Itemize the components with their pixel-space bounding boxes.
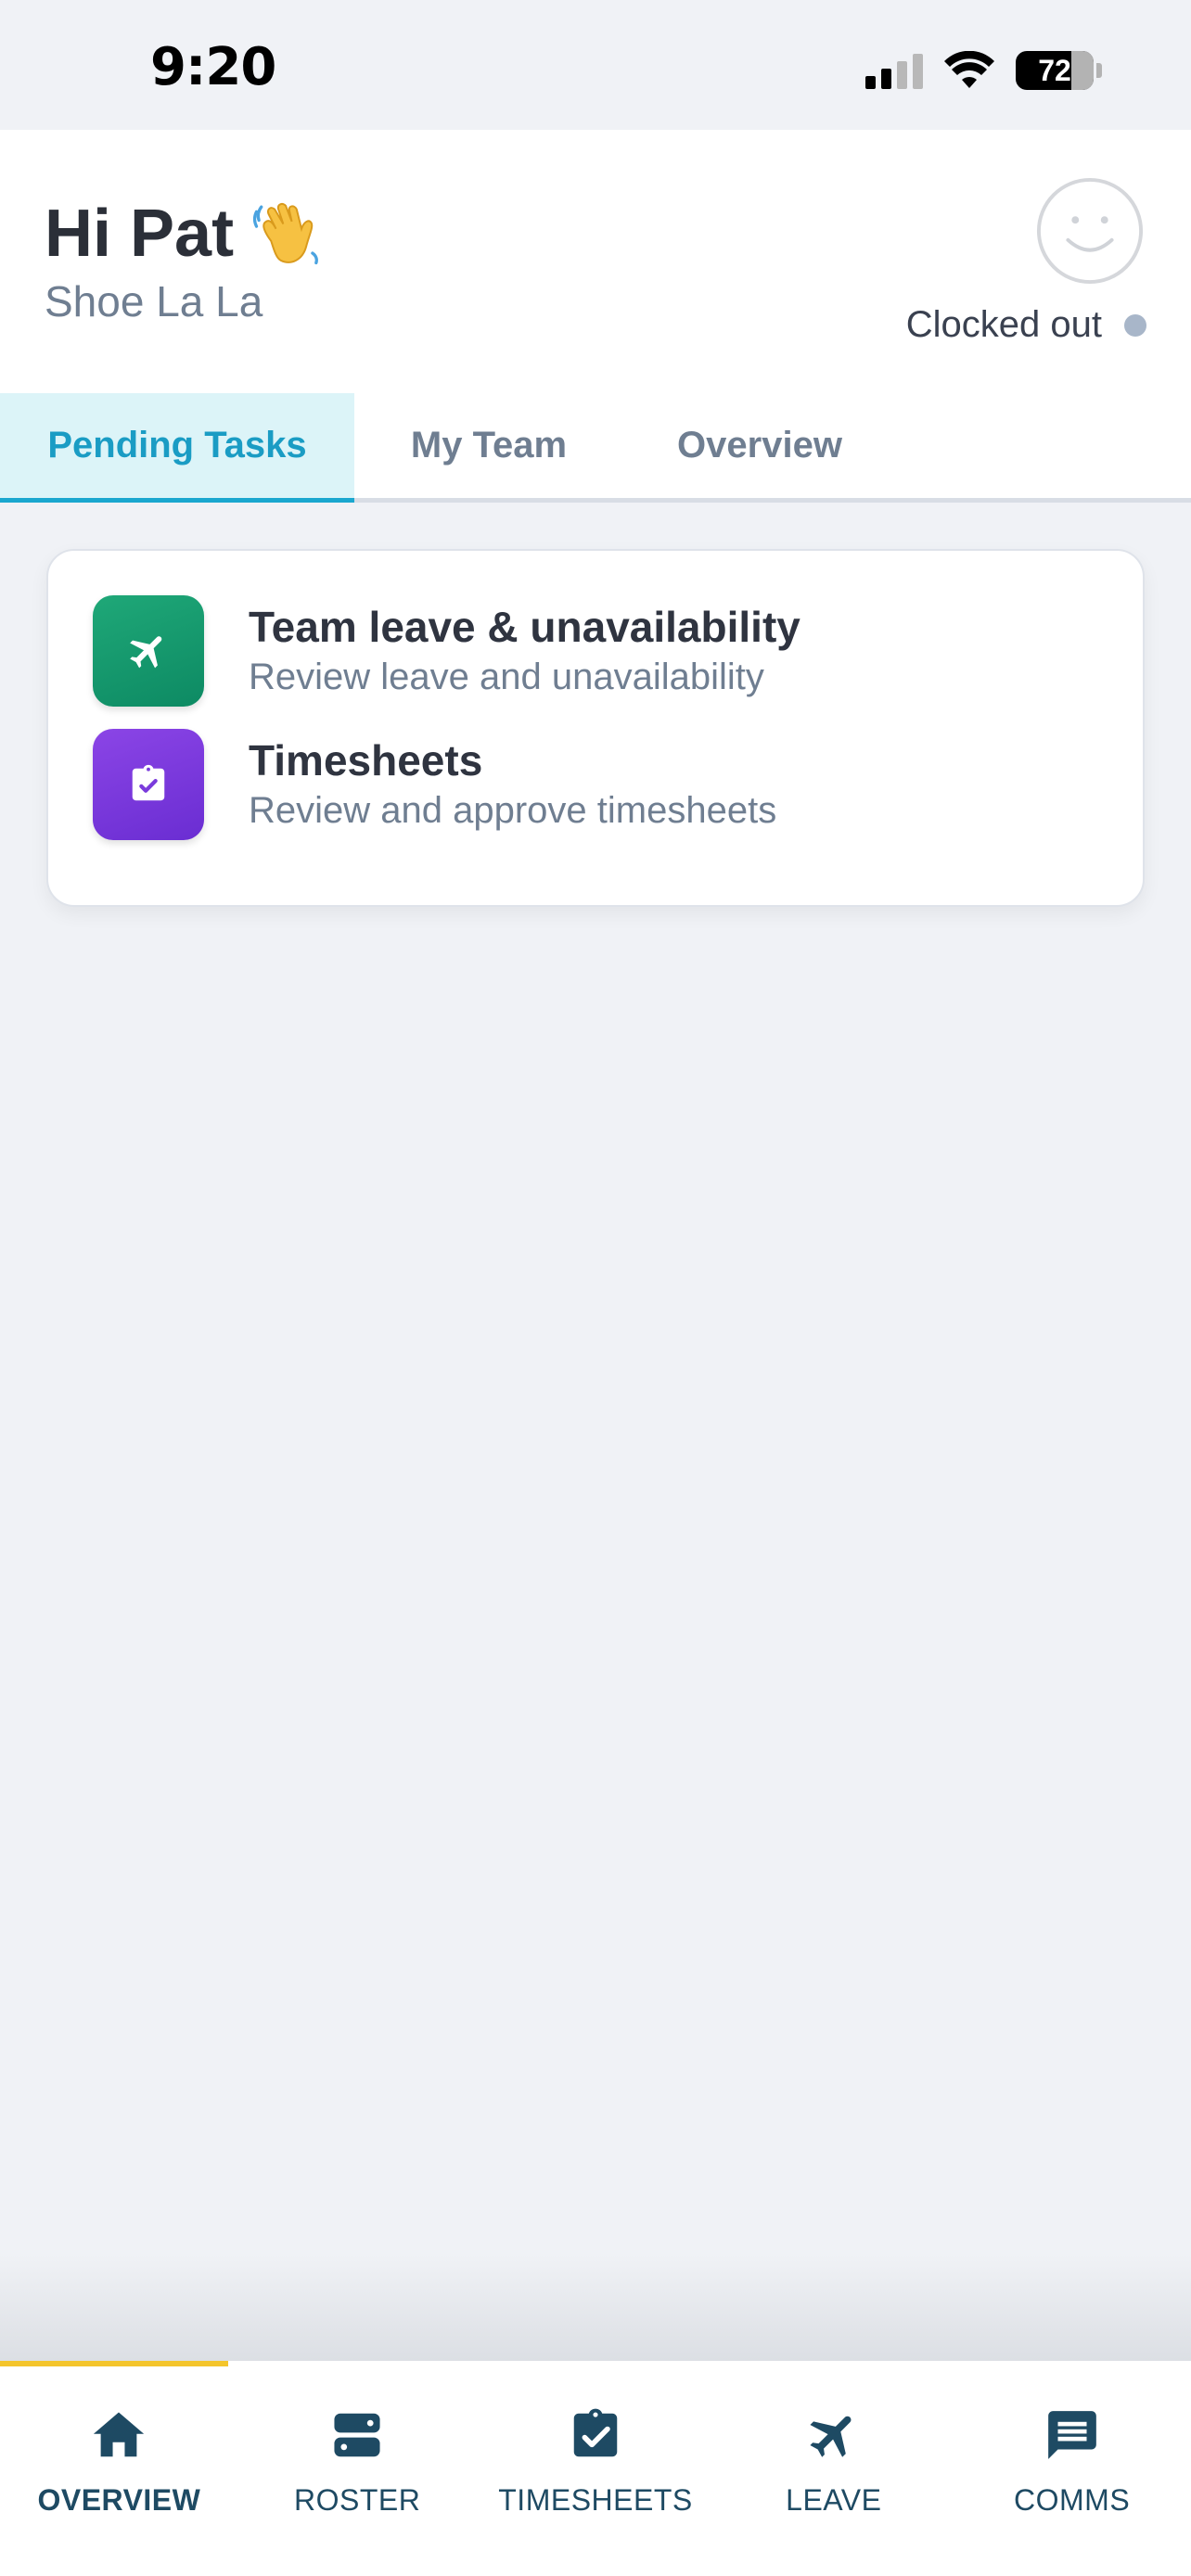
task-subtitle: Review leave and unavailability — [249, 657, 764, 697]
task-title: Timesheets — [249, 736, 483, 784]
nav-leave[interactable]: LEAVE — [714, 2361, 953, 2576]
clipboard-check-icon — [132, 764, 165, 801]
nav-label: ROSTER — [294, 2483, 421, 2517]
clipboard-check-icon — [573, 2408, 618, 2457]
nav-label: COMMS — [1014, 2483, 1131, 2517]
tab-pending-tasks[interactable]: Pending Tasks — [0, 393, 354, 503]
roster-icon — [334, 2413, 380, 2457]
tab-my-team[interactable]: My Team — [354, 393, 623, 498]
airplane-icon — [130, 636, 162, 669]
tab-label: Pending Tasks — [47, 425, 307, 465]
status-bar: 9:20 72 — [0, 0, 1191, 130]
status-time: 9:20 — [150, 37, 276, 97]
task-team-leave[interactable]: Team leave & unavailability Review leave… — [93, 595, 800, 707]
avatar[interactable] — [1035, 176, 1145, 286]
task-icon-tile — [93, 595, 204, 707]
nav-timesheets[interactable]: TIMESHEETS — [477, 2361, 715, 2576]
airplane-icon — [810, 2416, 852, 2457]
cellular-signal-icon — [865, 52, 923, 89]
bottom-fade — [0, 2253, 1191, 2361]
pending-tasks-card: Team leave & unavailability Review leave… — [46, 549, 1145, 907]
home-icon — [94, 2412, 145, 2457]
task-icon-tile — [93, 729, 204, 840]
message-icon — [1047, 2411, 1096, 2459]
waving-hand-icon — [252, 202, 318, 265]
task-title: Team leave & unavailability — [249, 603, 800, 651]
battery-icon: 72 — [1016, 51, 1102, 90]
greeting-text: Hi Pat — [45, 197, 235, 271]
company-name: Shoe La La — [45, 277, 263, 325]
status-icons: 72 — [865, 48, 1102, 93]
nav-label: LEAVE — [786, 2483, 882, 2517]
header: Hi Pat Shoe La La Clocked out — [0, 130, 1191, 393]
task-timesheets[interactable]: Timesheets Review and approve timesheets — [93, 729, 776, 840]
bottom-nav: OVERVIEW ROSTER TIMESHEETS LEAVE COMMS — [0, 2361, 1191, 2576]
clock-status-dot — [1124, 313, 1146, 337]
wifi-icon — [944, 51, 994, 88]
tab-bar: Pending Tasks My Team Overview — [0, 393, 1191, 503]
battery-level: 72 — [1038, 54, 1071, 87]
task-subtitle: Review and approve timesheets — [249, 790, 777, 831]
tab-overview[interactable]: Overview — [623, 393, 896, 498]
clock-status: Clocked out — [906, 304, 1146, 346]
tab-label: My Team — [410, 425, 568, 465]
greeting: Hi Pat — [45, 195, 325, 273]
nav-comms[interactable]: COMMS — [953, 2361, 1191, 2576]
nav-label: OVERVIEW — [37, 2483, 201, 2517]
nav-roster[interactable]: ROSTER — [238, 2361, 477, 2576]
nav-label: TIMESHEETS — [498, 2483, 693, 2517]
clock-status-label: Clocked out — [905, 304, 1102, 345]
tab-label: Overview — [677, 425, 842, 465]
nav-overview[interactable]: OVERVIEW — [0, 2361, 238, 2576]
